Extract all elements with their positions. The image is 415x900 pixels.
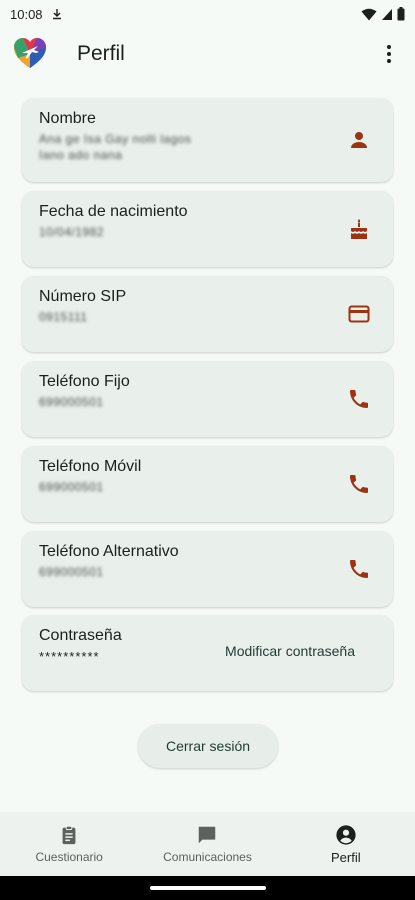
system-gesture-bar xyxy=(0,876,415,900)
app-logo-icon xyxy=(14,38,46,68)
cake-icon xyxy=(351,219,367,239)
profile-card-landline: Teléfono Fijo 699000501 xyxy=(22,361,393,437)
modify-password-button[interactable]: Modificar contraseña xyxy=(225,643,355,659)
battery-icon xyxy=(397,7,405,21)
overflow-menu-button[interactable] xyxy=(377,42,401,66)
card-label: Fecha de nacimiento xyxy=(39,203,188,220)
nav-item-comunicaciones[interactable]: Comunicaciones xyxy=(138,812,276,876)
card-value: 10/04/1982 xyxy=(39,225,105,239)
card-label: Teléfono Móvil xyxy=(39,458,142,475)
card-label: Teléfono Alternativo xyxy=(39,543,179,560)
profile-card-birthdate: Fecha de nacimiento 10/04/1982 xyxy=(22,191,393,267)
card-value: 699000501 xyxy=(39,480,104,494)
bottom-navigation: Cuestionario Comunicaciones Perfil xyxy=(0,812,415,876)
card-value: 699000501 xyxy=(39,565,104,579)
home-gesture-handle[interactable] xyxy=(150,886,266,890)
phone-icon[interactable] xyxy=(347,557,371,581)
status-right xyxy=(361,7,405,21)
chat-icon xyxy=(199,826,216,844)
profile-card-password: Contraseña ********** Modificar contrase… xyxy=(22,615,393,691)
credit-card-icon xyxy=(348,305,370,323)
page-title: Perfil xyxy=(77,42,125,65)
profile-card-mobile: Teléfono Móvil 699000501 xyxy=(22,446,393,522)
wifi-icon xyxy=(361,8,377,20)
card-value: Iano ado nana xyxy=(39,148,123,162)
status-bar: 10:08 xyxy=(0,0,415,28)
nav-item-cuestionario[interactable]: Cuestionario xyxy=(0,812,138,876)
card-value: 699000501 xyxy=(39,395,104,409)
status-left: 10:08 xyxy=(10,7,63,22)
card-value: Ana ge Isa Gay nolli lagos xyxy=(39,132,192,146)
nav-label: Cuestionario xyxy=(35,850,103,864)
person-icon xyxy=(351,132,367,148)
card-value: 0915111 xyxy=(39,310,88,324)
profile-card-name: Nombre Ana ge Isa Gay nolli lagos Iano a… xyxy=(22,98,393,182)
nav-label: Comunicaciones xyxy=(163,850,252,864)
logout-button[interactable]: Cerrar sesión xyxy=(138,724,278,768)
profile-card-sip: Número SIP 0915111 xyxy=(22,276,393,352)
card-label: Teléfono Fijo xyxy=(39,373,130,390)
more-vert-icon xyxy=(387,45,391,49)
download-icon xyxy=(52,9,61,20)
phone-icon[interactable] xyxy=(347,472,371,496)
card-label: Número SIP xyxy=(39,288,127,305)
nav-label: Perfil xyxy=(331,849,361,865)
nav-item-perfil[interactable]: Perfil xyxy=(277,812,415,876)
clipboard-icon xyxy=(62,825,76,845)
signal-icon xyxy=(382,8,392,20)
profile-card-alt-phone: Teléfono Alternativo 699000501 xyxy=(22,531,393,607)
app-bar: Perfil xyxy=(0,28,415,80)
status-time: 10:08 xyxy=(10,6,43,22)
card-label: Nombre xyxy=(39,110,96,127)
phone-icon[interactable] xyxy=(347,387,371,411)
account-circle-icon xyxy=(336,824,356,845)
